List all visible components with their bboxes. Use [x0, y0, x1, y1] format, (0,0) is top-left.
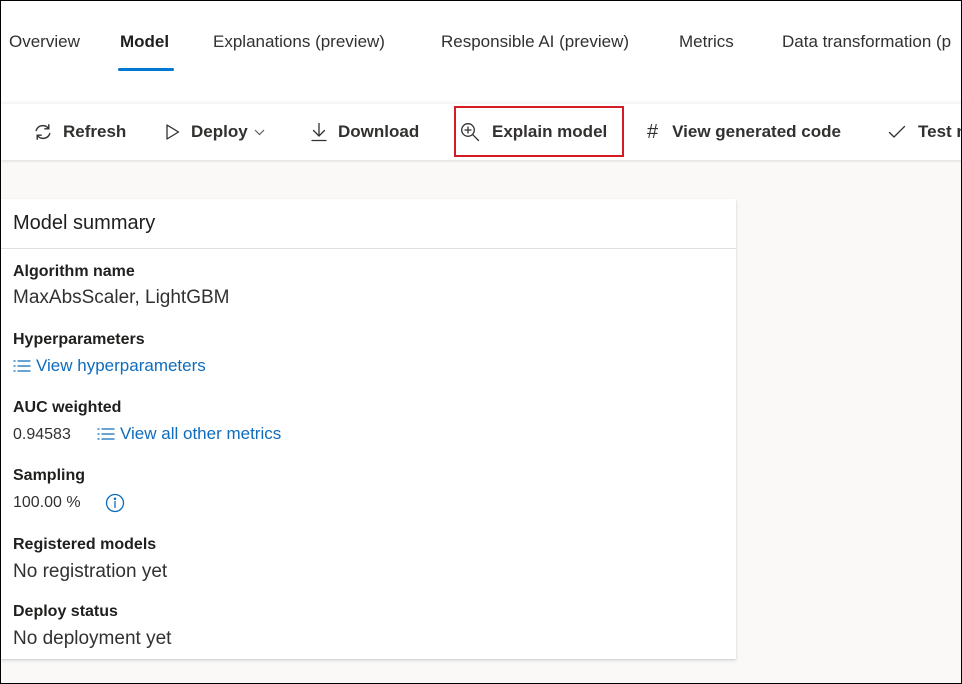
checkmark-icon — [888, 125, 906, 139]
card-divider — [1, 248, 736, 249]
info-icon[interactable] — [105, 493, 125, 513]
refresh-icon — [33, 122, 53, 142]
download-icon — [310, 122, 328, 142]
registered-models-label: Registered models — [13, 536, 157, 553]
tab-overview[interactable]: Overview — [9, 32, 80, 52]
model-summary-card: Model summary Algorithm name MaxAbsScale… — [1, 199, 736, 659]
download-label: Download — [338, 122, 420, 141]
active-tab-indicator — [118, 68, 174, 71]
list-icon — [13, 359, 31, 373]
app-window: Overview Model Explanations (preview) Re… — [0, 0, 962, 684]
tab-data-transformation[interactable]: Data transformation (p — [782, 32, 951, 52]
test-model-button[interactable]: Test n — [888, 104, 962, 160]
tab-bar: Overview Model Explanations (preview) Re… — [1, 1, 961, 101]
view-all-metrics-link[interactable]: View all other metrics — [97, 424, 281, 444]
command-bar: Refresh Deploy Download Explain model # … — [1, 104, 962, 160]
test-model-label: Test n — [918, 122, 962, 141]
refresh-button[interactable]: Refresh — [33, 104, 126, 160]
chevron-down-icon — [254, 128, 265, 136]
hyperparameters-label: Hyperparameters — [13, 331, 145, 348]
tab-explanations[interactable]: Explanations (preview) — [213, 32, 385, 52]
view-all-metrics-label: View all other metrics — [120, 424, 282, 443]
tab-model[interactable]: Model — [120, 32, 169, 52]
hash-icon: # — [647, 120, 659, 143]
zoom-in-icon — [460, 122, 480, 142]
sampling-value: 100.00 % — [13, 494, 81, 511]
deploy-status-value: No deployment yet — [13, 628, 172, 649]
explain-model-label: Explain model — [492, 122, 608, 141]
view-hyperparameters-link[interactable]: View hyperparameters — [13, 356, 206, 376]
deploy-button[interactable]: Deploy — [165, 104, 265, 160]
auc-weighted-value: 0.94583 — [13, 426, 71, 443]
explain-model-button[interactable]: Explain model — [460, 104, 607, 160]
deploy-label: Deploy — [191, 122, 248, 141]
list-icon — [97, 427, 115, 441]
auc-weighted-label: AUC weighted — [13, 399, 122, 416]
play-icon — [165, 123, 181, 141]
registered-models-value: No registration yet — [13, 561, 168, 582]
view-generated-code-button[interactable]: # View generated code — [647, 104, 841, 160]
refresh-label: Refresh — [63, 122, 127, 141]
tab-responsible-ai[interactable]: Responsible AI (preview) — [441, 32, 629, 52]
deploy-status-label: Deploy status — [13, 603, 118, 620]
view-hyperparameters-label: View hyperparameters — [36, 356, 206, 375]
view-generated-code-label: View generated code — [672, 122, 841, 141]
tab-metrics[interactable]: Metrics — [679, 32, 734, 52]
algorithm-name-value: MaxAbsScaler, LightGBM — [13, 287, 230, 308]
sampling-label: Sampling — [13, 467, 86, 484]
algorithm-name-label: Algorithm name — [13, 263, 135, 280]
card-title: Model summary — [13, 212, 156, 234]
download-button[interactable]: Download — [310, 104, 419, 160]
